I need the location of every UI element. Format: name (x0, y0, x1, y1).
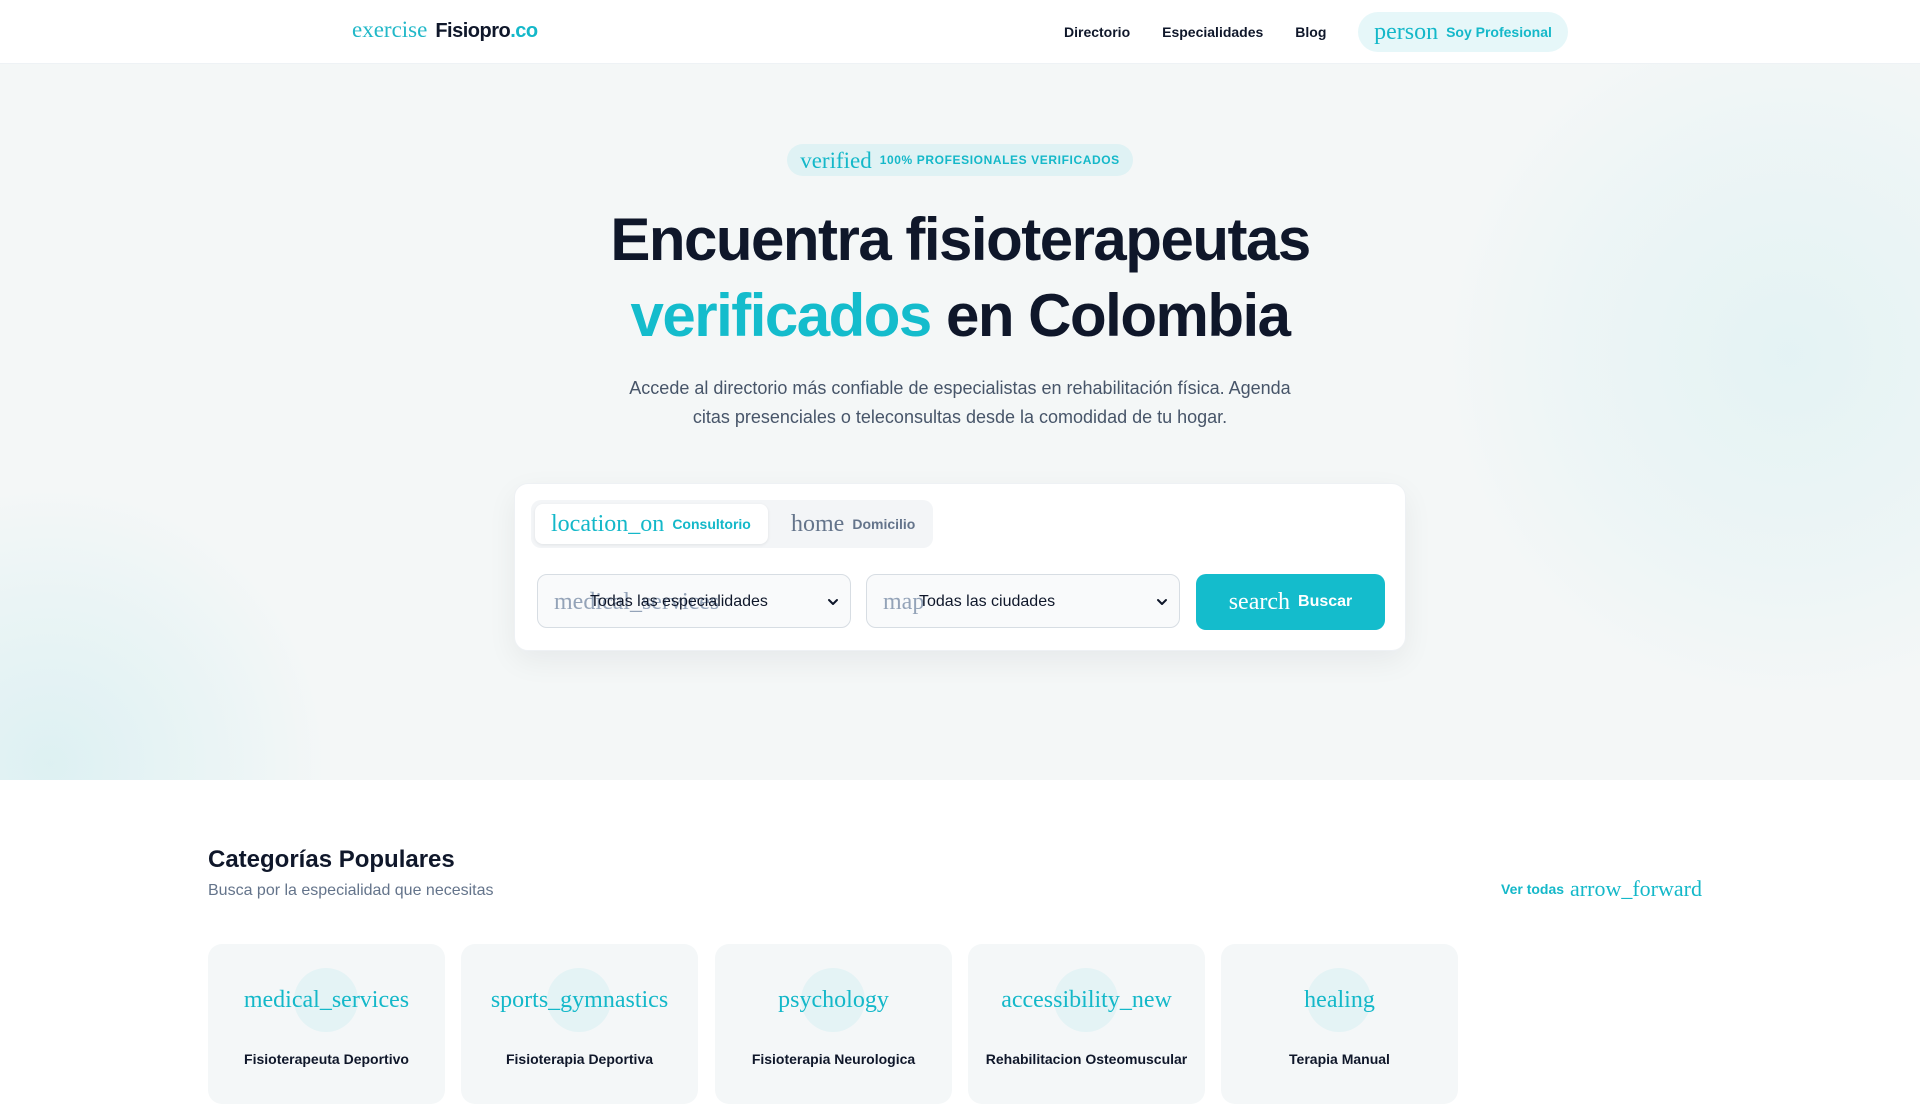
city-select[interactable]: map Todas las ciudades (866, 574, 1180, 628)
search-button[interactable]: search Buscar (1196, 574, 1385, 630)
search-button-label: Buscar (1298, 593, 1353, 610)
tab-domicilio[interactable]: home Domicilio (775, 504, 925, 544)
tab-consultorio-label: Consultorio (672, 516, 751, 532)
top-navbar: exercise Fisiopro.co Directorio Especial… (0, 0, 1920, 64)
soy-profesional-label: Soy Profesional (1446, 24, 1552, 40)
location-on-icon: location_on (551, 511, 665, 537)
sports-gymnastics-icon: sports_gymnastics (490, 987, 669, 1013)
category-card[interactable]: medical_services Fisioterapeuta Deportiv… (208, 944, 445, 1104)
category-card[interactable]: healing Terapia Manual (1221, 944, 1458, 1104)
visit-mode-tabs: location_on Consultorio home Domicilio (531, 500, 933, 548)
tab-consultorio[interactable]: location_on Consultorio (535, 504, 768, 544)
chevron-down-icon (1157, 599, 1167, 605)
psychology-icon: psychology (778, 987, 889, 1013)
hero-section: verified 100% PROFESIONALES VERIFICADOS … (0, 64, 1920, 780)
brand-tld: .co (510, 20, 538, 42)
popular-categories-section: Categorías Populares Busca por la especi… (0, 780, 1920, 1104)
soy-profesional-button[interactable]: person Soy Profesional (1358, 12, 1568, 52)
hero-title-accent: verificados (630, 282, 932, 349)
search-card: location_on Consultorio home Domicilio m… (514, 483, 1406, 651)
hero-glow-right (1440, 64, 1920, 704)
accessibility-new-icon: accessibility_new (1001, 987, 1172, 1013)
category-name: Rehabilitacion Osteomuscular (985, 1051, 1188, 1067)
category-name: Fisioterapia Neurologica (751, 1051, 916, 1067)
hero-title-line1: Encuentra fisioterapeutas (610, 206, 1311, 273)
brand-name: Fisiopro (435, 20, 511, 42)
verified-badge: verified 100% PROFESIONALES VERIFICADOS (787, 144, 1133, 176)
see-all-link[interactable]: Ver todas arrow_forward (1501, 878, 1702, 900)
search-icon: search (1228, 589, 1291, 615)
tab-domicilio-label: Domicilio (852, 516, 916, 532)
chevron-down-icon (828, 599, 838, 605)
brand-text: Fisiopro.co (435, 20, 538, 43)
healing-icon: healing (1304, 987, 1375, 1013)
category-name: Fisioterapia Deportiva (505, 1051, 654, 1067)
category-card[interactable]: psychology Fisioterapia Neurologica (715, 944, 952, 1104)
categories-title: Categorías Populares (208, 846, 455, 873)
see-all-label: Ver todas (1501, 881, 1565, 897)
nav-link-especialidades[interactable]: Especialidades (1162, 24, 1263, 40)
hero-glow-left (0, 484, 330, 780)
category-name: Fisioterapeuta Deportivo (244, 1051, 409, 1067)
specialty-select[interactable]: medical_services Todas las especialidade… (537, 574, 851, 628)
verified-icon: verified (800, 147, 872, 173)
city-select-value: Todas las ciudades (919, 593, 1056, 610)
home-icon: home (791, 511, 845, 537)
medical-services-icon: medical_services (243, 987, 410, 1013)
hero-subtitle: Accede al directorio más confiable de es… (629, 378, 1291, 427)
nav-link-blog[interactable]: Blog (1295, 24, 1326, 40)
hero-title-rest: en Colombia (930, 282, 1291, 349)
category-card[interactable]: accessibility_new Rehabilitacion Osteomu… (968, 944, 1205, 1104)
hero-title: Encuentra fisioterapeutas verificados en… (0, 202, 1920, 354)
category-name: Terapia Manual (1289, 1051, 1390, 1067)
categories-subtitle: Busca por la especialidad que necesitas (208, 882, 494, 899)
category-card[interactable]: sports_gymnastics Fisioterapia Deportiva (461, 944, 698, 1104)
exercise-icon: exercise (352, 17, 428, 42)
main-nav: Directorio Especialidades Blog (1064, 24, 1326, 40)
person-icon: person (1374, 19, 1439, 45)
verified-badge-label: 100% PROFESIONALES VERIFICADOS (879, 153, 1120, 167)
brand-logo[interactable]: exercise Fisiopro.co (352, 18, 538, 43)
specialty-select-value: Todas las especialidades (590, 593, 768, 610)
arrow-forward-icon: arrow_forward (1570, 876, 1702, 901)
nav-link-directorio[interactable]: Directorio (1064, 24, 1130, 40)
